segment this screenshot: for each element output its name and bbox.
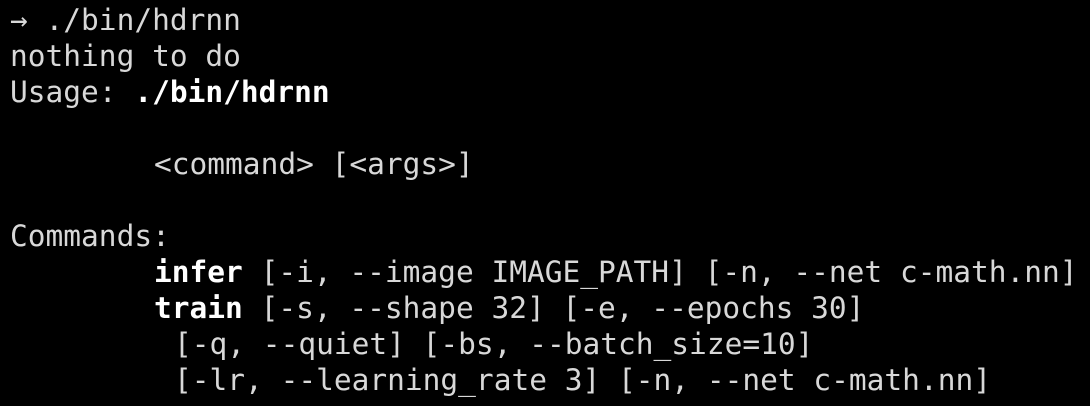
prompt-line: → ./bin/hdrnn <box>10 2 1090 38</box>
entered-command: ./bin/hdrnn <box>27 3 241 37</box>
usage-args: <command> [<args>] <box>154 147 474 181</box>
train-args-continuation: [-q, --quiet] [-bs, --batch_size=10] <box>174 327 814 361</box>
command-args: [-i, --image IMAGE_PATH] [-n, --net c-ma… <box>242 255 1078 289</box>
output-message: nothing to do <box>10 39 241 73</box>
usage-binary: ./bin/hdrnn <box>134 75 330 109</box>
command-name: train <box>154 291 243 325</box>
command-infer: infer [-i, --image IMAGE_PATH] [-n, --ne… <box>10 254 1090 290</box>
prompt-arrow: → <box>10 3 28 37</box>
command-name: infer <box>154 255 243 289</box>
commands-heading: Commands: <box>10 219 170 253</box>
train-args-continuation: [-lr, --learning_rate 3] [-n, --net c-ma… <box>174 363 991 397</box>
terminal-window[interactable]: → ./bin/hdrnn nothing to do Usage: ./bin… <box>0 0 1090 406</box>
usage-label: Usage: <box>10 75 135 109</box>
command-train: train [-s, --shape 32] [-e, --epochs 30] <box>10 290 1090 326</box>
usage-line: Usage: ./bin/hdrnn <box>10 74 1090 110</box>
command-args: [-s, --shape 32] [-e, --epochs 30] <box>242 291 865 325</box>
